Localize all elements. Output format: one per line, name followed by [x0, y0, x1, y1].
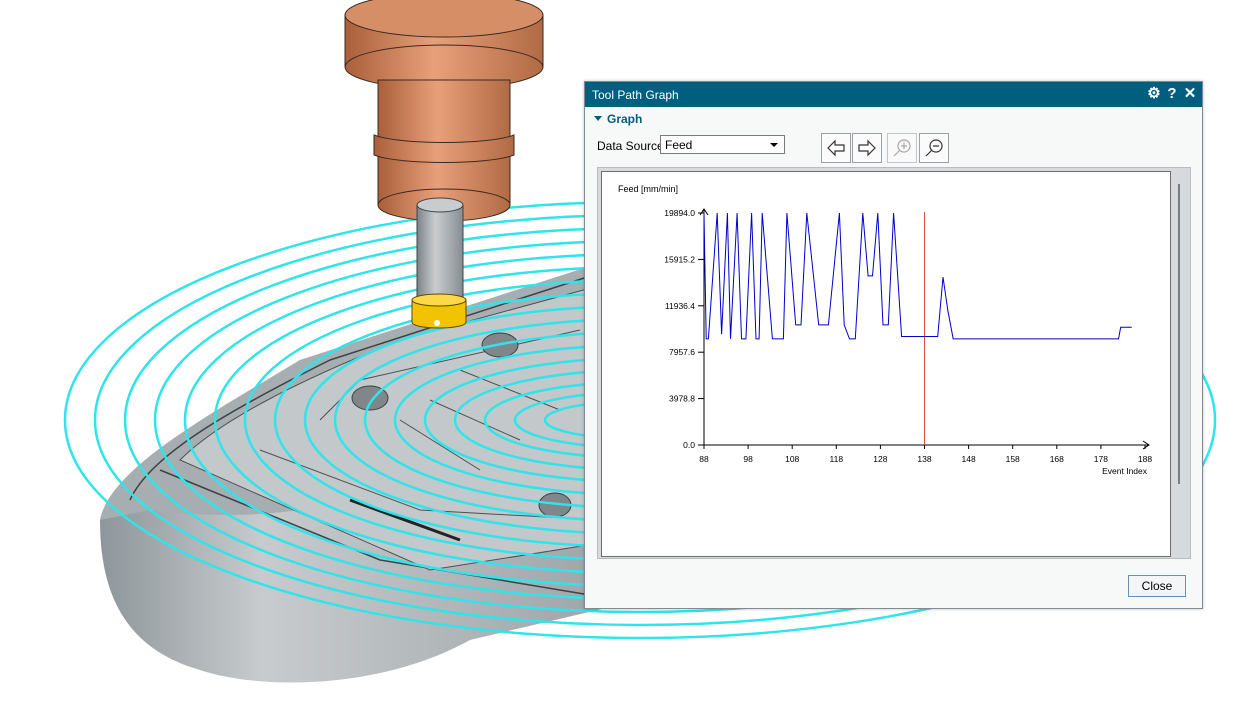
- x-tick-label: 88: [699, 454, 709, 464]
- y-tick-label: 11936.4: [665, 301, 695, 311]
- zoom-out-button[interactable]: [919, 133, 949, 163]
- x-tick-label: 128: [873, 454, 887, 464]
- close-icon[interactable]: ✕: [1182, 85, 1198, 103]
- y-tick-label: 3978.8: [669, 394, 695, 404]
- x-tick-label: 168: [1050, 454, 1064, 464]
- dialog-title: Tool Path Graph: [592, 88, 679, 102]
- x-tick-label: 188: [1138, 454, 1152, 464]
- help-icon[interactable]: ?: [1164, 85, 1180, 103]
- data-source-select[interactable]: Feed: [660, 135, 785, 154]
- x-tick-label: 178: [1094, 454, 1108, 464]
- arrow-right-icon: [858, 139, 876, 157]
- y-tick-label: 7957.6: [669, 347, 695, 357]
- previous-button[interactable]: [821, 133, 851, 163]
- tool-path-graph-dialog: Tool Path Graph ⚙ ? ✕ Graph Data Source …: [584, 81, 1203, 609]
- dialog-titlebar[interactable]: Tool Path Graph ⚙ ? ✕: [585, 82, 1202, 107]
- x-tick-label: 108: [785, 454, 799, 464]
- caret-down-icon: [594, 116, 602, 121]
- next-button[interactable]: [852, 133, 882, 163]
- x-axis-label: Event Index: [1102, 466, 1148, 476]
- data-source-label: Data Source: [597, 139, 664, 153]
- feed-series-line: [703, 212, 1132, 340]
- x-tick-label: 138: [917, 454, 931, 464]
- y-tick-label: 15915.2: [664, 254, 695, 264]
- zoom-in-button[interactable]: [887, 133, 917, 163]
- vertical-scrollbar[interactable]: [1178, 184, 1180, 484]
- data-source-value: Feed: [665, 138, 693, 152]
- x-tick-label: 118: [830, 454, 844, 464]
- close-button[interactable]: Close: [1128, 575, 1186, 597]
- cutting-tool: [344, 0, 544, 329]
- graph-group-header[interactable]: Graph: [594, 112, 642, 126]
- graph-frame: Feed [mm/min] 0.0 3978.8 7957.6 11936.4 15915…: [597, 167, 1191, 559]
- zoom-out-icon: [925, 139, 943, 157]
- x-tick-label: 158: [1006, 454, 1020, 464]
- y-axis-label: Feed [mm/min]: [618, 184, 678, 194]
- graph-group-label: Graph: [607, 112, 643, 126]
- x-tick-label: 148: [962, 454, 976, 464]
- zoom-in-icon: [893, 139, 911, 157]
- graph-panel[interactable]: Feed [mm/min] 0.0 3978.8 7957.6 11936.4 15915…: [601, 171, 1171, 557]
- x-tick-label: 98: [743, 454, 753, 464]
- dropdown-arrow-icon: [770, 143, 778, 147]
- arrow-left-icon: [827, 139, 845, 157]
- gear-icon[interactable]: ⚙: [1146, 85, 1162, 103]
- feed-chart: Feed [mm/min] 0.0 3978.8 7957.6 11936.4 15915…: [618, 184, 1152, 476]
- y-tick-label: 19894.0: [664, 208, 695, 218]
- y-tick-label: 0.0: [683, 440, 695, 450]
